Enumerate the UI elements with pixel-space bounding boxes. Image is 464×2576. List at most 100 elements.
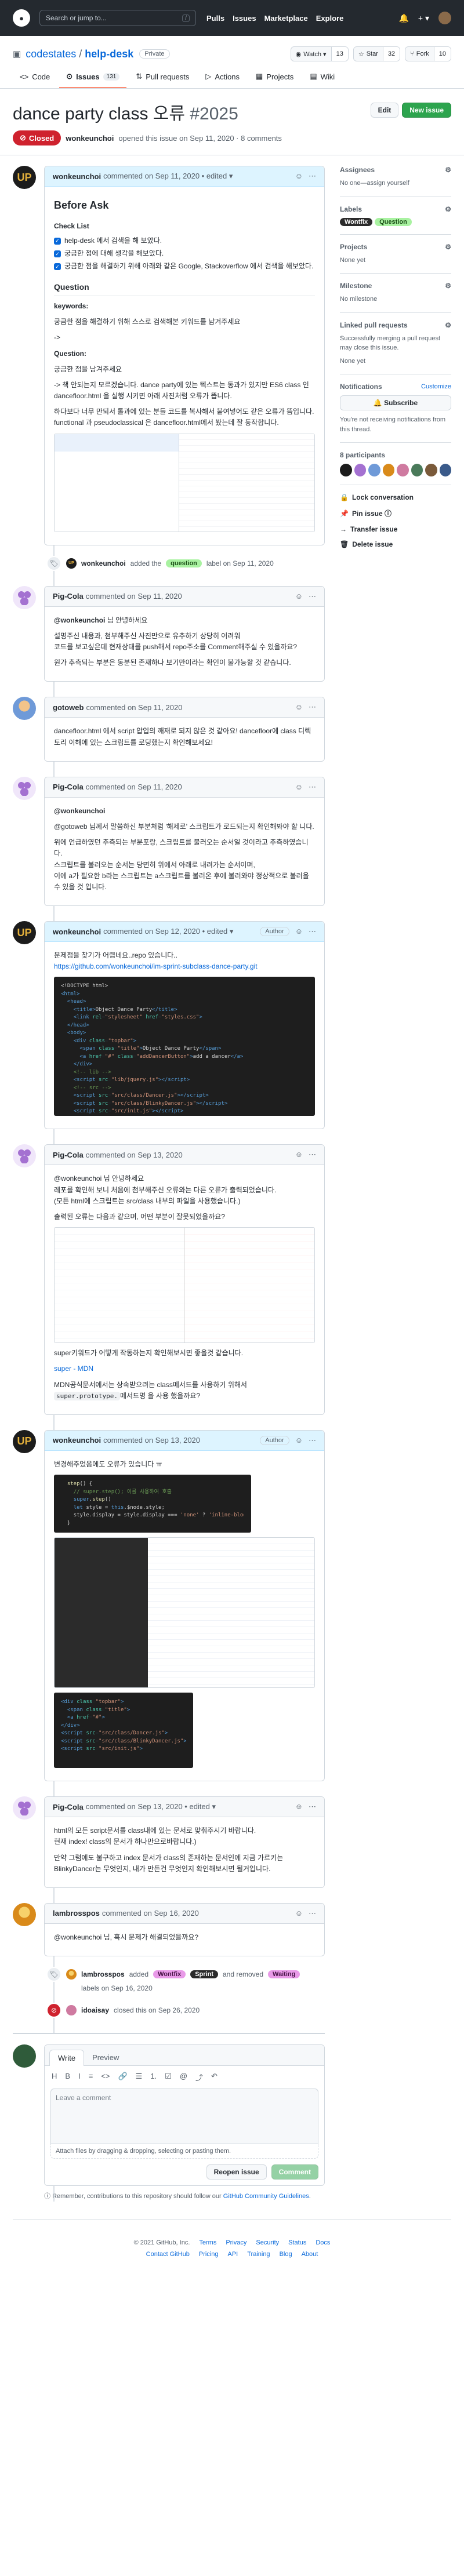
italic-icon[interactable]: I [78, 2072, 81, 2083]
comment-author[interactable]: lambrosspos [53, 1909, 100, 1918]
saved-reply-icon[interactable]: ↶ [211, 2072, 217, 2083]
comment-author[interactable]: Pig-Cola [53, 1151, 84, 1159]
notifications-bell-icon[interactable]: 🔔 [398, 13, 408, 23]
comment-meta[interactable]: commented on Sep 16, 2020 [102, 1909, 199, 1918]
issue-author-link[interactable]: wonkeunchoi [66, 134, 114, 143]
checklist-item[interactable]: ✓ 궁금한 점을 해결하기 위해 아래와 같은 Google, Stackover… [54, 261, 315, 272]
user-avatar[interactable] [438, 12, 451, 24]
avatar[interactable]: UP [66, 558, 77, 569]
checkbox-checked-icon[interactable]: ✓ [54, 237, 61, 245]
kebab-menu-icon[interactable]: ⋯ [309, 1150, 316, 1159]
footer-link-security[interactable]: Security [256, 2239, 279, 2246]
event-actor[interactable]: wonkeunchoi [81, 559, 126, 567]
emoji-reaction-icon[interactable]: ☺ [295, 1909, 303, 1918]
label-question[interactable]: Question [375, 217, 412, 226]
assignees-value[interactable]: No one—assign yourself [340, 179, 451, 188]
participant-avatar[interactable] [439, 464, 451, 476]
comment-meta[interactable]: commented on Sep 11, 2020 [86, 592, 182, 601]
kebab-menu-icon[interactable]: ⋯ [309, 1436, 316, 1445]
attach-files-hint[interactable]: Attach files by dragging & dropping, sel… [50, 2144, 318, 2159]
comment-meta[interactable]: commented on Sep 13, 2020 [86, 1151, 183, 1159]
emoji-reaction-icon[interactable]: ☺ [295, 927, 303, 936]
footer-link-blog[interactable]: Blog [280, 2251, 292, 2258]
nav-marketplace[interactable]: Marketplace [264, 14, 308, 23]
repo-link[interactable]: https://github.com/wonkeunchoi/im-sprint… [54, 962, 258, 970]
label-wontfix[interactable]: Wontfix [340, 217, 373, 226]
create-new-plus-icon[interactable]: + ▾ [418, 13, 429, 23]
gear-icon[interactable]: ⚙ [445, 243, 451, 251]
tab-preview[interactable]: Preview [84, 2050, 127, 2065]
labels-heading[interactable]: Labels [340, 205, 362, 213]
avatar[interactable] [13, 1144, 36, 1168]
kebab-menu-icon[interactable]: ⋯ [309, 592, 316, 601]
avatar[interactable] [66, 2005, 77, 2016]
footer-link-about[interactable]: About [302, 2251, 318, 2258]
lock-conversation-button[interactable]: 🔒 Lock conversation [340, 493, 451, 501]
gear-icon[interactable]: ⚙ [445, 282, 451, 290]
label-sprint[interactable]: Sprint [190, 1970, 218, 1979]
avatar[interactable]: UP [13, 1429, 36, 1453]
github-logo-icon[interactable]: ● [13, 9, 30, 27]
assignees-heading[interactable]: Assignees [340, 166, 375, 174]
task-list-icon[interactable]: ☑ [165, 2072, 172, 2083]
comment-meta[interactable]: commented on Sep 12, 2020 • edited ▾ [103, 927, 233, 936]
comment-meta[interactable]: commented on Sep 13, 2020 • edited ▾ [86, 1802, 216, 1811]
checkbox-checked-icon[interactable]: ✓ [54, 250, 61, 257]
footer-link-training[interactable]: Training [247, 2251, 270, 2258]
nav-issues[interactable]: Issues [233, 14, 256, 23]
label-waiting[interactable]: Waiting [268, 1970, 300, 1979]
quote-icon[interactable]: ≡ [89, 2072, 93, 2083]
reference-icon[interactable]: ⤴ [195, 2072, 203, 2083]
watch-count[interactable]: 13 [331, 47, 348, 61]
delete-issue-button[interactable]: 🗑 Delete issue [340, 540, 451, 548]
avatar[interactable] [13, 1796, 36, 1820]
repo-owner-link[interactable]: codestates [26, 48, 76, 60]
gear-icon[interactable]: ⚙ [445, 321, 451, 329]
emoji-reaction-icon[interactable]: ☺ [295, 1150, 303, 1159]
label-question[interactable]: question [166, 559, 202, 567]
checklist-item[interactable]: ✓ 궁금한 점에 대해 생각을 해보았다. [54, 248, 315, 259]
participant-avatar[interactable] [354, 464, 366, 476]
avatar[interactable] [13, 776, 36, 800]
star-count[interactable]: 32 [382, 47, 400, 61]
customize-link[interactable]: Customize [421, 383, 451, 390]
avatar[interactable] [66, 1969, 77, 1980]
comment-author[interactable]: wonkeunchoi [53, 172, 101, 181]
participant-avatar[interactable] [382, 464, 394, 476]
code-screenshot-image[interactable]: <!DOCTYPE html> <html> <head> <title>Obj… [54, 977, 315, 1116]
reopen-issue-button[interactable]: Reopen issue [206, 2164, 267, 2180]
avatar[interactable] [13, 2044, 36, 2068]
avatar[interactable] [13, 697, 36, 721]
event-actor[interactable]: lambrosspos [81, 1970, 125, 1978]
emoji-reaction-icon[interactable]: ☺ [295, 592, 303, 601]
gear-icon[interactable]: ⚙ [445, 205, 451, 213]
participant-avatar[interactable] [397, 464, 409, 476]
kebab-menu-icon[interactable]: ⋯ [309, 783, 316, 792]
devtools-screenshot-image[interactable] [54, 1537, 315, 1689]
footer-link-terms[interactable]: Terms [199, 2239, 216, 2246]
devtools-error-screenshot-image[interactable] [54, 1227, 315, 1344]
emoji-reaction-icon[interactable]: ☺ [295, 1802, 303, 1811]
linked-prs-heading[interactable]: Linked pull requests [340, 321, 408, 329]
footer-link-contact[interactable]: Contact GitHub [146, 2251, 190, 2258]
community-guidelines-link[interactable]: GitHub Community Guidelines [223, 2193, 309, 2200]
comment-meta[interactable]: commented on Sep 11, 2020 [86, 703, 182, 712]
mention-icon[interactable]: @ [180, 2072, 187, 2083]
tab-actions[interactable]: ▷ Actions [198, 72, 246, 88]
emoji-reaction-icon[interactable]: ☺ [295, 1436, 303, 1445]
mdn-super-link[interactable]: super - MDN [54, 1365, 93, 1373]
comment-meta[interactable]: commented on Sep 11, 2020 • edited ▾ [103, 172, 233, 181]
transfer-issue-button[interactable]: → Transfer issue [340, 525, 451, 533]
checkbox-checked-icon[interactable]: ✓ [54, 263, 61, 270]
comment-author[interactable]: Pig-Cola [53, 592, 84, 601]
nav-pulls[interactable]: Pulls [206, 14, 224, 23]
repo-name-link[interactable]: help-desk [85, 48, 133, 60]
code-screenshot-image[interactable]: step() { // super.step(); 이를 사용하여 호출 sup… [54, 1475, 251, 1533]
emoji-reaction-icon[interactable]: ☺ [295, 172, 303, 181]
kebab-menu-icon[interactable]: ⋯ [309, 703, 316, 712]
subscribe-button[interactable]: 🔔 Subscribe [340, 395, 451, 410]
user-mention[interactable]: @wonkeunchoi [54, 807, 105, 815]
avatar[interactable]: UP [13, 166, 36, 189]
avatar[interactable] [13, 1902, 36, 1926]
comment-author[interactable]: wonkeunchoi [53, 927, 101, 936]
